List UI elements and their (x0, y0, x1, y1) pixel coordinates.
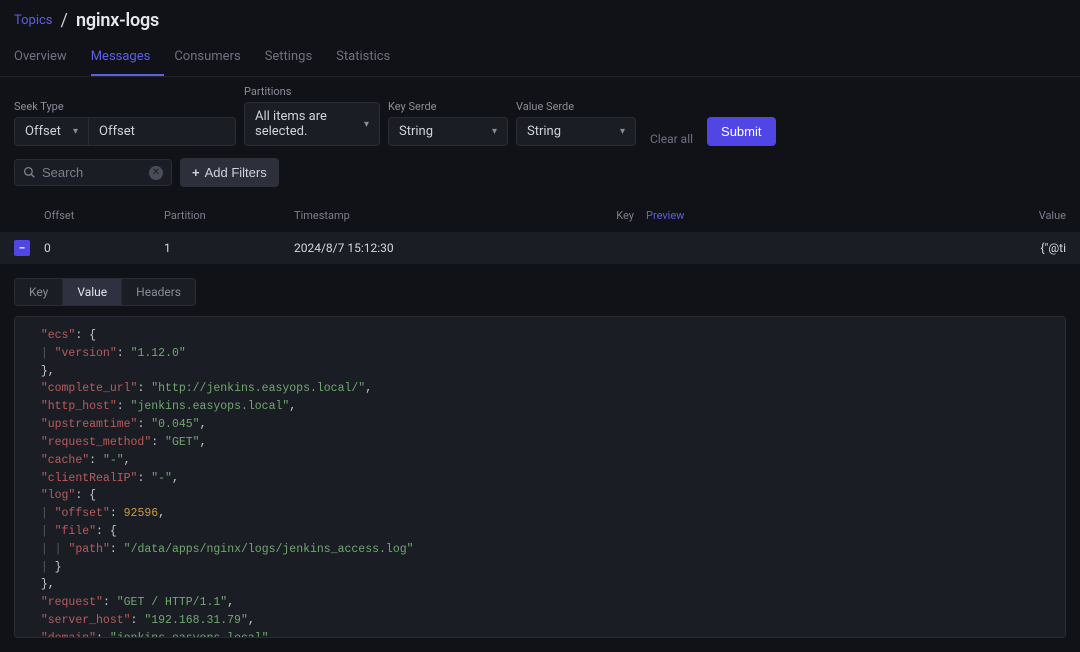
tab-settings[interactable]: Settings (265, 39, 326, 76)
table-row[interactable]: − 0 1 2024/8/7 15:12:30 {"@ti (0, 232, 1080, 264)
tab-consumers[interactable]: Consumers (174, 39, 254, 76)
cell-timestamp: 2024/8/7 15:12:30 (294, 241, 554, 255)
search-input[interactable] (42, 165, 143, 180)
clear-search-icon[interactable]: ✕ (149, 166, 163, 180)
clear-all-link[interactable]: Clear all (644, 132, 699, 146)
breadcrumb: Topics / nginx-logs (0, 0, 1080, 39)
page-title: nginx-logs (76, 10, 159, 31)
col-key: Key (554, 209, 634, 222)
plus-icon: + (192, 165, 200, 180)
value-serde-select[interactable]: String ▾ (516, 117, 636, 146)
chevron-down-icon: ▾ (73, 126, 78, 137)
col-value: Value (1006, 209, 1066, 222)
preview-link[interactable]: Preview (646, 209, 684, 222)
filter-bar: Seek Type Offset ▾ Offset Partitions All… (0, 77, 1080, 154)
search-icon (23, 166, 36, 179)
detail-tab-headers[interactable]: Headers (122, 278, 196, 306)
partitions-label: Partitions (244, 85, 380, 98)
col-timestamp: Timestamp (294, 209, 554, 222)
chevron-down-icon: ▾ (364, 119, 369, 130)
key-serde-select[interactable]: String ▾ (388, 117, 508, 146)
collapse-toggle-icon[interactable]: − (14, 240, 30, 256)
cell-value: {"@ti (1006, 241, 1066, 255)
tab-overview[interactable]: Overview (14, 39, 81, 76)
seek-type-select[interactable]: Offset ▾ (14, 117, 88, 146)
col-offset: Offset (44, 209, 164, 222)
breadcrumb-root[interactable]: Topics (14, 13, 53, 28)
cell-partition: 1 (164, 241, 294, 255)
detail-tab-key[interactable]: Key (14, 278, 63, 306)
partitions-select[interactable]: All items are selected. ▾ (244, 102, 380, 146)
search-input-wrapper: ✕ (14, 159, 172, 186)
tab-messages[interactable]: Messages (91, 39, 165, 76)
json-viewer[interactable]: "ecs": { | "version": "1.12.0" }, "compl… (14, 316, 1066, 638)
chevron-down-icon: ▾ (492, 126, 497, 137)
message-detail: Key Value Headers "ecs": { | "version": … (0, 264, 1080, 652)
add-filters-button[interactable]: + Add Filters (180, 158, 279, 187)
seek-type-label: Seek Type (14, 100, 236, 113)
value-serde-label: Value Serde (516, 100, 636, 113)
col-partition: Partition (164, 209, 294, 222)
chevron-down-icon: ▾ (620, 126, 625, 137)
breadcrumb-separator: / (61, 10, 68, 31)
seek-value-input[interactable]: Offset (88, 117, 236, 146)
submit-button[interactable]: Submit (707, 117, 775, 146)
detail-tabs: Key Value Headers (14, 278, 1066, 306)
message-table-header: Offset Partition Timestamp Key Preview V… (0, 199, 1080, 232)
tab-statistics[interactable]: Statistics (336, 39, 404, 76)
key-serde-label: Key Serde (388, 100, 508, 113)
main-tabs: Overview Messages Consumers Settings Sta… (0, 39, 1080, 77)
cell-offset: 0 (44, 241, 164, 255)
detail-tab-value[interactable]: Value (63, 278, 122, 306)
